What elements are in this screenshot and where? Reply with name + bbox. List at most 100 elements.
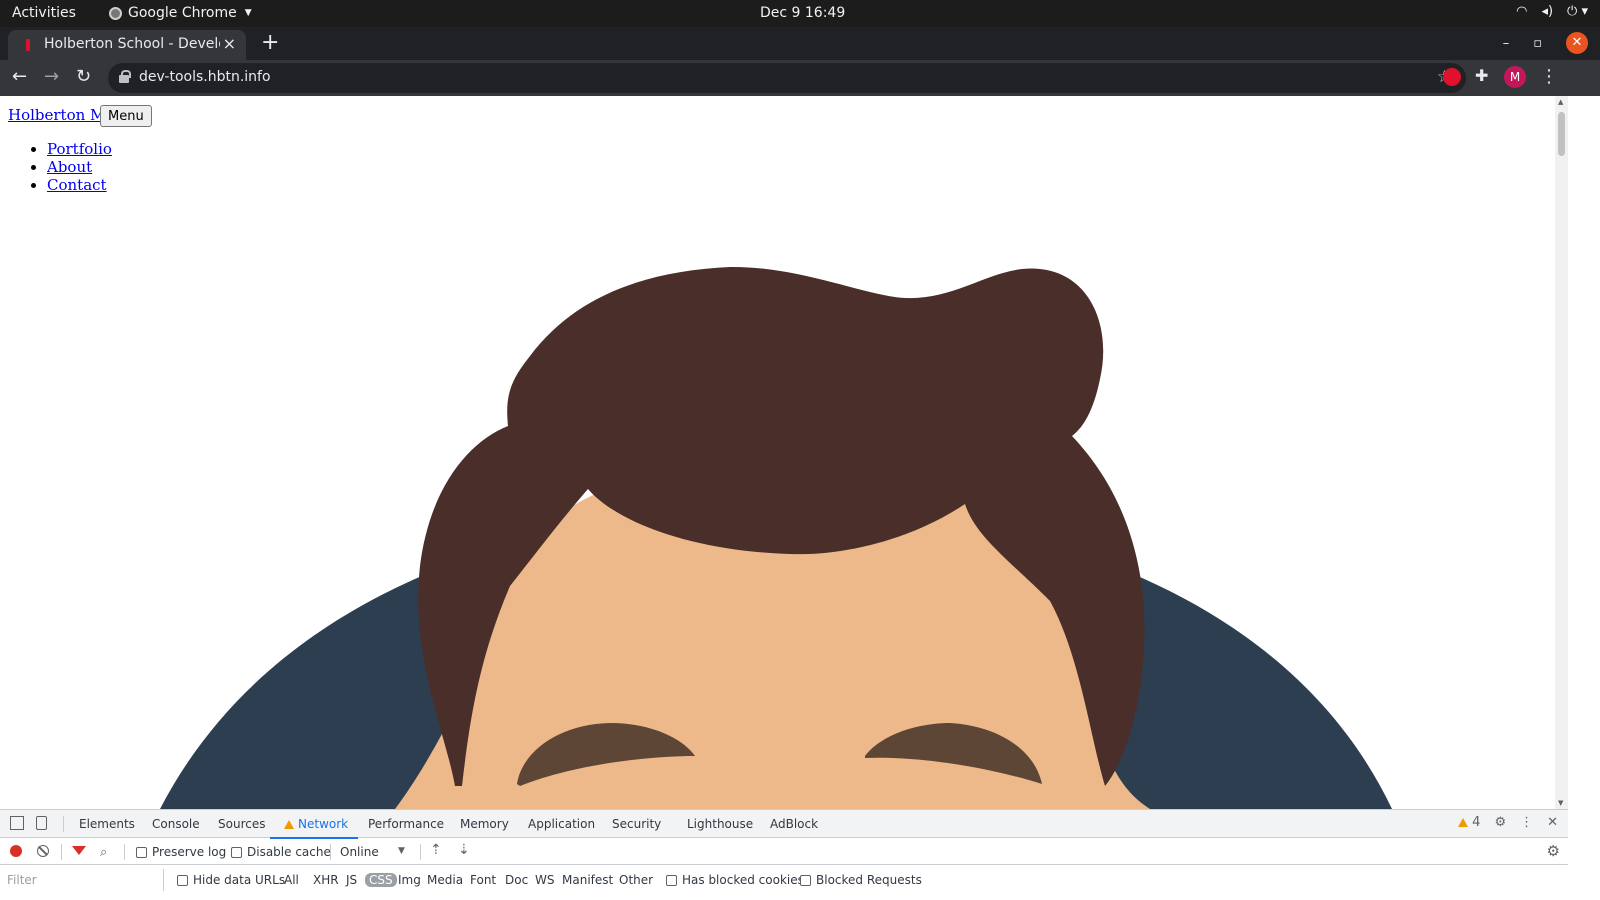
scrollbar-thumb[interactable] <box>1558 112 1565 156</box>
power-icon: ⏻ ▾ <box>1567 4 1588 19</box>
devtools-close-icon[interactable]: ✕ <box>1547 815 1558 830</box>
holberton-favicon-icon <box>26 39 30 51</box>
warning-icon <box>284 820 294 829</box>
type-filter-doc[interactable]: Doc <box>505 873 528 887</box>
export-har-icon[interactable]: ⇣ <box>458 842 470 858</box>
url-text[interactable]: dev-tools.hbtn.info <box>139 69 271 85</box>
disable-cache-checkbox[interactable]: Disable cache <box>231 845 331 859</box>
chrome-menu-icon[interactable]: ⋮ <box>1540 66 1558 87</box>
browser-toolbar: ← → ↻ dev-tools.hbtn.info ☆ ✚ M ⋮ <box>0 60 1600 96</box>
nav-link-contact[interactable]: Contact <box>47 176 107 194</box>
menu-button[interactable]: Menu <box>100 105 152 127</box>
forward-icon[interactable]: → <box>44 66 59 87</box>
window-close-button[interactable]: ✕ <box>1566 32 1588 54</box>
tab-elements[interactable]: Elements <box>79 817 135 831</box>
type-filter-font[interactable]: Font <box>470 873 496 887</box>
throttling-select[interactable]: Online <box>340 845 379 859</box>
tab-security[interactable]: Security <box>612 817 661 831</box>
minimize-button[interactable]: – <box>1503 36 1510 51</box>
checkbox-box[interactable] <box>177 874 188 886</box>
avatar-illustration <box>160 266 1392 809</box>
tab-performance[interactable]: Performance <box>368 817 444 831</box>
tab-sources[interactable]: Sources <box>218 817 265 831</box>
list-item: Contact <box>47 176 112 194</box>
blocked-requests-checkbox[interactable]: Blocked Requests <box>800 873 922 887</box>
checkbox-box[interactable] <box>231 846 242 858</box>
checkbox-box[interactable] <box>666 874 677 886</box>
caret-down-icon: ▼ <box>244 8 252 18</box>
filter-input[interactable]: Filter <box>0 869 164 891</box>
hide-data-urls-label: Hide data URLs <box>193 873 286 887</box>
back-icon[interactable]: ← <box>12 66 27 87</box>
right-strip <box>1568 96 1600 900</box>
app-menu[interactable]: Google Chrome ▼ <box>109 5 252 21</box>
type-filter-other[interactable]: Other <box>619 873 653 887</box>
divider <box>63 816 64 832</box>
clear-icon[interactable] <box>37 845 49 857</box>
scroll-up-arrow-icon[interactable]: ▲ <box>1558 98 1563 106</box>
type-filter-img[interactable]: Img <box>398 873 421 887</box>
type-filter-all[interactable]: All <box>284 873 299 887</box>
type-filter-ws[interactable]: WS <box>535 873 554 887</box>
tab-application[interactable]: Application <box>528 817 595 831</box>
preserve-log-checkbox[interactable]: Preserve log <box>136 845 226 859</box>
blocked-requests-label: Blocked Requests <box>816 873 922 887</box>
type-filter-manifest[interactable]: Manifest <box>562 873 613 887</box>
preserve-log-label: Preserve log <box>152 845 227 859</box>
tab-close-icon[interactable]: × <box>223 34 236 53</box>
page-body: Holberton Me Menu Portfolio About Contac… <box>0 96 1555 809</box>
has-blocked-cookies-label: Has blocked cookies <box>682 873 804 887</box>
checkbox-box[interactable] <box>136 846 147 858</box>
type-filter-css[interactable]: CSS <box>365 873 397 887</box>
settings-gear-icon[interactable]: ⚙ <box>1494 815 1506 830</box>
device-toolbar-icon[interactable] <box>36 816 47 830</box>
devtools-menu-icon[interactable]: ⋮ <box>1520 815 1533 830</box>
lock-icon[interactable] <box>119 70 131 83</box>
list-item: About <box>47 158 112 176</box>
checkbox-box[interactable] <box>800 874 811 886</box>
type-filter-xhr[interactable]: XHR <box>313 873 339 887</box>
has-blocked-cookies-checkbox[interactable]: Has blocked cookies <box>666 873 804 887</box>
activities-button[interactable]: Activities <box>12 5 76 21</box>
app-name: Google Chrome <box>128 5 237 21</box>
warnings-counter[interactable]: 4 <box>1458 815 1480 830</box>
scroll-down-arrow-icon[interactable]: ▼ <box>1558 799 1563 807</box>
reload-icon[interactable]: ↻ <box>76 66 91 87</box>
extensions-puzzle-icon[interactable]: ✚ <box>1475 66 1488 85</box>
nav-link-about[interactable]: About <box>47 158 92 176</box>
clock[interactable]: Dec 9 16:49 <box>760 5 845 21</box>
type-filter-js[interactable]: JS <box>346 873 357 887</box>
new-tab-button[interactable]: + <box>261 30 279 55</box>
browser-tab[interactable]: Holberton School - Developer Tools × <box>8 30 246 60</box>
divider <box>61 844 62 860</box>
tab-memory[interactable]: Memory <box>460 817 509 831</box>
disable-cache-label: Disable cache <box>247 845 331 859</box>
address-bar[interactable]: dev-tools.hbtn.info ☆ <box>108 63 1466 93</box>
tab-strip: Holberton School - Developer Tools × + –… <box>0 27 1600 60</box>
type-filter-media[interactable]: Media <box>427 873 463 887</box>
devtools-panel: Elements Console Sources Network Perform… <box>0 809 1568 900</box>
volume-icon: ◂) <box>1541 4 1554 19</box>
search-icon[interactable]: ⌕ <box>100 845 107 860</box>
brand-link[interactable]: Holberton Me <box>8 106 114 124</box>
tab-adblock[interactable]: AdBlock <box>770 817 818 831</box>
tab-network[interactable]: Network <box>269 817 359 839</box>
hide-data-urls-checkbox[interactable]: Hide data URLs <box>177 873 285 887</box>
adblock-extension-icon[interactable] <box>1443 68 1461 86</box>
tab-console[interactable]: Console <box>152 817 200 831</box>
caret-down-icon[interactable]: ▼ <box>398 846 405 856</box>
tab-lighthouse[interactable]: Lighthouse <box>687 817 753 831</box>
profile-avatar[interactable]: M <box>1504 66 1526 88</box>
network-toolbar: ⌕ Preserve log Disable cache Online ▼ ⇡ … <box>0 838 1568 865</box>
inspect-element-icon[interactable] <box>10 816 24 830</box>
system-tray[interactable]: ◠ ◂) ⏻ ▾ <box>1516 4 1588 19</box>
record-icon[interactable] <box>10 845 22 857</box>
devtools-right-controls: 4 ⚙ ⋮ ✕ <box>1458 815 1558 830</box>
import-har-icon[interactable]: ⇡ <box>430 842 442 858</box>
tab-network-label: Network <box>298 817 349 831</box>
nav-link-portfolio[interactable]: Portfolio <box>47 140 112 158</box>
network-settings-gear-icon[interactable]: ⚙ <box>1547 842 1560 860</box>
filter-funnel-icon[interactable] <box>72 846 86 855</box>
restore-button[interactable]: ▫ <box>1533 36 1542 51</box>
page-scrollbar[interactable]: ▲ ▼ <box>1555 96 1568 809</box>
